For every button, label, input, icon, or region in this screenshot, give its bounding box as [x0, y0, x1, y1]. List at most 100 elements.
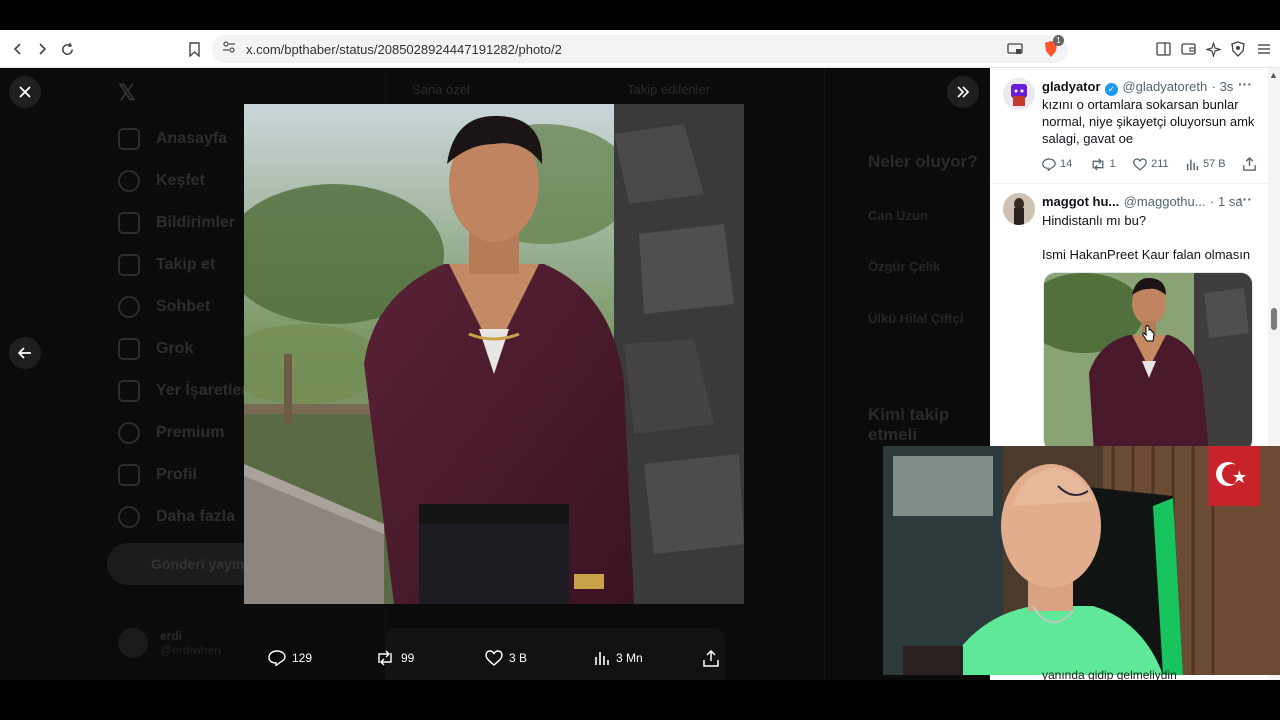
brave-shield-icon[interactable]: 1 [1041, 35, 1064, 59]
sidebar-item-premium[interactable]: Premium [118, 422, 224, 444]
arrow-left-icon [18, 347, 31, 359]
share-icon [1243, 157, 1256, 171]
like-action[interactable]: 211 [1133, 157, 1169, 171]
toggle-panel-button[interactable] [947, 76, 979, 108]
more-options-icon[interactable]: ··· [1238, 191, 1252, 207]
back-icon[interactable] [6, 37, 30, 61]
cursor-hand-icon [1142, 325, 1155, 342]
share-action[interactable] [1243, 157, 1256, 171]
repost-icon [378, 650, 392, 666]
reply-tweet[interactable]: gladyator ✓ @gladyatoreth · 3s ··· kızın… [990, 68, 1268, 184]
avatar[interactable] [1003, 78, 1035, 110]
reply-tweet[interactable]: maggot hu... @maggothu... · 1 sa ··· Hin… [990, 185, 1268, 485]
verified-badge-icon: ✓ [1104, 83, 1118, 96]
views-action[interactable]: 3 Mn [594, 650, 643, 666]
repost-action[interactable]: 99 [375, 650, 414, 666]
trend-item[interactable]: Can Uzun [868, 208, 928, 223]
sidebar-item-follow[interactable]: Takip et [118, 254, 215, 276]
trend-item[interactable]: Özgür Çelik [868, 259, 940, 274]
search-icon [118, 170, 140, 192]
reply-count: 129 [292, 651, 313, 665]
sidebar-item-home[interactable]: Anasayfa [118, 128, 227, 150]
views-action[interactable]: 57 B [1186, 157, 1226, 171]
premium-icon [118, 422, 140, 444]
profile-icon [118, 464, 140, 486]
sidebar-item-grok[interactable]: Grok [118, 338, 193, 360]
who-to-follow-heading: Kimi takip etmeli [868, 405, 950, 444]
heart-icon [485, 650, 503, 666]
whats-happening-heading: Neler oluyor? [868, 152, 978, 171]
heart-icon [1133, 157, 1147, 171]
reply-text-line: Hindistanlı mı bu? [1042, 213, 1147, 228]
trend-item[interactable]: Ülkü Hilal Çiftçi [868, 311, 963, 326]
bell-icon [118, 212, 140, 234]
shield-badge: 1 [1053, 35, 1064, 46]
site-settings-icon[interactable] [222, 40, 236, 59]
reply-action[interactable]: 129 [268, 650, 312, 666]
share-action[interactable] [703, 650, 719, 667]
author-handle[interactable]: @gladyatoreth [1122, 79, 1207, 94]
underlying-media [385, 628, 725, 680]
x-logo-icon[interactable]: 𝕏 [118, 80, 136, 106]
double-chevron-right-icon [957, 86, 970, 98]
sidebar-item-explore[interactable]: Keşfet [118, 170, 205, 192]
bookmark-page-icon[interactable] [182, 37, 206, 61]
more-icon [118, 506, 140, 528]
share-icon [703, 650, 719, 667]
chat-icon [118, 296, 140, 318]
leo-ai-icon[interactable] [1203, 39, 1223, 59]
close-icon [19, 86, 31, 98]
author-handle[interactable]: @maggothu... [1124, 194, 1206, 209]
post-button[interactable]: Gönderi yayınla [107, 543, 267, 585]
webcam-overlay [883, 446, 1280, 675]
tab-following[interactable]: Takip edilenler [627, 82, 710, 97]
author-name[interactable]: maggot hu... [1042, 194, 1119, 209]
forward-icon[interactable] [30, 37, 54, 61]
tweet-photo[interactable] [244, 104, 744, 604]
address-bar[interactable]: x.com/bpthaber/status/208502892444719128… [212, 35, 1068, 63]
reply-action[interactable]: 14 [1042, 157, 1072, 171]
bookmark-icon [118, 380, 140, 402]
avatar[interactable] [1003, 193, 1035, 225]
repost-action[interactable]: 1 [1090, 157, 1116, 171]
author-name[interactable]: gladyator [1042, 79, 1101, 94]
vpn-icon[interactable] [1228, 39, 1248, 59]
grok-icon [118, 338, 140, 360]
sidebar-item-chat[interactable]: Sohbet [118, 296, 210, 318]
reply-text: kızını o ortamlara sokarsan bunlar norma… [1042, 97, 1255, 146]
url-text: x.com/bpthaber/status/208502892444719128… [246, 41, 562, 57]
like-action[interactable]: 3 B [485, 650, 527, 666]
post-time[interactable]: · 3s [1212, 79, 1234, 94]
views-icon [1186, 159, 1199, 170]
close-viewer-button[interactable] [9, 76, 41, 108]
scroll-up-icon[interactable]: ▲ [1269, 70, 1278, 80]
wallet-icon[interactable] [1178, 39, 1198, 59]
sidebar-item-profile[interactable]: Profil [118, 464, 197, 486]
reply-actions: 14 1 211 57 B [1042, 157, 1256, 171]
previous-photo-button[interactable] [9, 337, 41, 369]
account-handle: @erdiwhen [160, 643, 221, 657]
account-name: erdi [160, 629, 183, 643]
like-count: 3 B [509, 651, 528, 665]
views-icon [595, 652, 609, 665]
sidebar-item-more[interactable]: Daha fazla [118, 506, 235, 528]
photo-illustration [244, 104, 744, 604]
sidebar-toggle-icon[interactable] [1153, 39, 1173, 59]
sidebar-item-bookmarks[interactable]: Yer İşaretleri [118, 380, 252, 402]
sidebar-item-notifications[interactable]: Bildirimler [118, 212, 235, 234]
reply-image[interactable] [1043, 272, 1253, 452]
browser-toolbar: x.com/bpthaber/status/208502892444719128… [0, 30, 1280, 68]
more-options-icon[interactable]: ··· [1238, 76, 1252, 92]
letterbox-top [0, 0, 1280, 30]
menu-icon[interactable] [1254, 39, 1274, 59]
tab-for-you[interactable]: Sana özel [412, 82, 470, 97]
reply-text-line: Ismi HakanPreet Kaur falan olmasın [1042, 247, 1251, 262]
account-switcher[interactable]: erdi @erdiwhen [118, 628, 221, 658]
repost-icon [1092, 157, 1104, 171]
home-icon [118, 128, 140, 150]
reply-icon [1042, 157, 1056, 171]
reload-icon[interactable] [55, 37, 79, 61]
cast-icon[interactable] [1005, 39, 1025, 59]
scrollbar-thumb[interactable] [1271, 308, 1277, 330]
photo-viewer: 𝕏 Anasayfa Keşfet Bildirimler Takip et S… [0, 68, 990, 680]
